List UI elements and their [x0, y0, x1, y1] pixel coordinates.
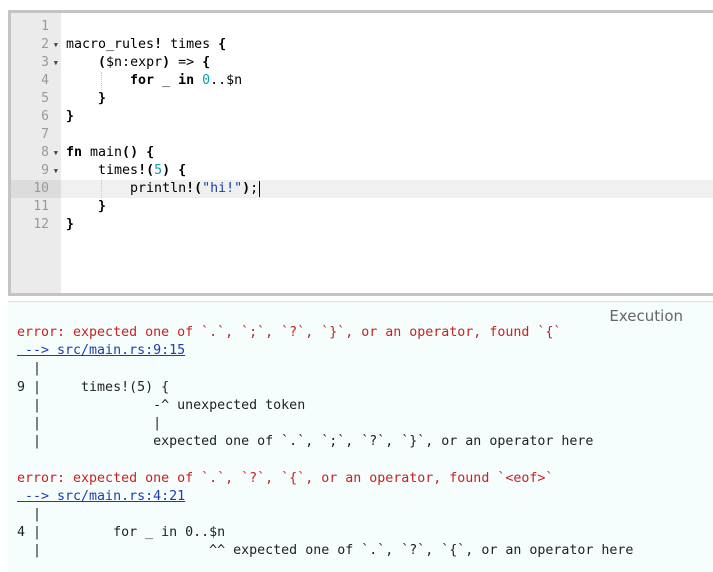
output-line: | ^^ expected one of `.`, `?`, `{`, or a…	[17, 543, 634, 559]
line-number: 9	[41, 163, 49, 178]
gutter-line: 5	[11, 90, 61, 108]
code-area[interactable]: macro_rules! times { ($n:expr) => { for …	[61, 13, 713, 293]
code-line[interactable]: macro_rules! times {	[61, 36, 713, 54]
code-line-text: println!("hi!");	[66, 181, 259, 196]
output-line: | |	[17, 416, 162, 431]
line-number: 5	[41, 91, 49, 106]
code-line-text: for _ in 0..$n	[130, 73, 243, 88]
execution-title: Execution	[609, 307, 683, 325]
gutter-line: 7	[11, 126, 61, 144]
line-number: 8	[41, 145, 49, 160]
error-location-link[interactable]: --> src/main.rs:9:15	[17, 342, 185, 360]
output-line: 4 | for _ in 0..$n	[17, 525, 226, 541]
code-line-text: }	[98, 199, 107, 214]
indent-guide	[101, 180, 102, 198]
error-location-link-text[interactable]: --> src/main.rs:4:21	[17, 489, 185, 504]
output-line: 9 | times!(5) {	[17, 379, 170, 395]
code-line-text: }	[98, 91, 107, 106]
fold-arrow-icon[interactable]: ▼	[54, 54, 58, 72]
code-line[interactable]: }	[61, 216, 713, 234]
error-message: error: expected one of `.`, `?`, `{`, or…	[17, 470, 554, 486]
error-location-link[interactable]: --> src/main.rs:4:21	[17, 488, 185, 506]
code-line[interactable]: }	[61, 108, 713, 126]
fold-arrow-icon[interactable]: ▼	[54, 36, 58, 54]
code-line[interactable]	[61, 126, 713, 144]
gutter-line: 12	[11, 216, 61, 234]
error-message: error: expected one of `.`, `;`, `?`, `}…	[17, 325, 562, 340]
code-line[interactable]: }	[61, 90, 713, 108]
gutter-line: 1	[11, 18, 61, 36]
error-location-link-text[interactable]: --> src/main.rs:9:15	[17, 343, 185, 358]
gutter-line: 3 ▼	[11, 54, 61, 72]
code-line[interactable]: }	[61, 198, 713, 216]
line-number: 3	[41, 55, 49, 70]
line-number-gutter: 1 2 ▼ 3 ▼ 4 5 6 7 8 ▼ 9 ▼ 10 11 12	[11, 13, 61, 293]
line-number: 12	[33, 217, 49, 232]
code-line[interactable]: times!(5) {	[61, 162, 713, 180]
execution-output-panel: Execution error: expected one of `.`, `;…	[8, 301, 713, 572]
line-number: 10	[33, 181, 49, 196]
code-line[interactable]: ($n:expr) => {	[61, 54, 713, 72]
line-number: 11	[33, 199, 49, 214]
line-number: 7	[41, 127, 49, 142]
line-number: 6	[41, 109, 49, 124]
gutter-line: 10	[11, 180, 61, 198]
code-line[interactable]: fn main() {	[61, 144, 713, 162]
code-editor[interactable]: 1 2 ▼ 3 ▼ 4 5 6 7 8 ▼ 9 ▼ 10 11 12 macro_rules! times {…	[8, 10, 713, 296]
gutter-line: 11	[11, 198, 61, 216]
code-line-text: ($n:expr) => {	[98, 55, 211, 70]
text-cursor	[259, 181, 260, 197]
output-line: | expected one of `.`, `;`, `?`, `}`, or…	[17, 434, 594, 450]
gutter-line: 9 ▼	[11, 162, 61, 180]
code-line-text: }	[66, 217, 75, 232]
gutter-line: 6	[11, 108, 61, 126]
gutter-line: 8 ▼	[11, 144, 61, 162]
code-line-text: fn main() {	[66, 145, 155, 160]
line-number: 2	[41, 37, 49, 52]
fold-arrow-icon[interactable]: ▼	[54, 144, 58, 162]
code-line-text: times!(5) {	[66, 163, 187, 178]
code-line[interactable]: println!("hi!");	[61, 180, 713, 198]
gutter-line: 4	[11, 72, 61, 90]
code-line[interactable]: for _ in 0..$n	[61, 72, 713, 90]
code-line[interactable]	[61, 18, 713, 36]
output-line: |	[17, 361, 42, 377]
line-number: 4	[41, 73, 49, 88]
fold-arrow-icon[interactable]: ▼	[54, 162, 58, 180]
indent-guide	[101, 72, 102, 90]
line-number: 1	[41, 19, 49, 34]
output-line: |	[17, 507, 42, 522]
code-line-text: }	[66, 109, 75, 124]
gutter-line: 2 ▼	[11, 36, 61, 54]
code-line-text: macro_rules! times {	[66, 37, 227, 52]
output-line: | -^ unexpected token	[17, 397, 306, 413]
